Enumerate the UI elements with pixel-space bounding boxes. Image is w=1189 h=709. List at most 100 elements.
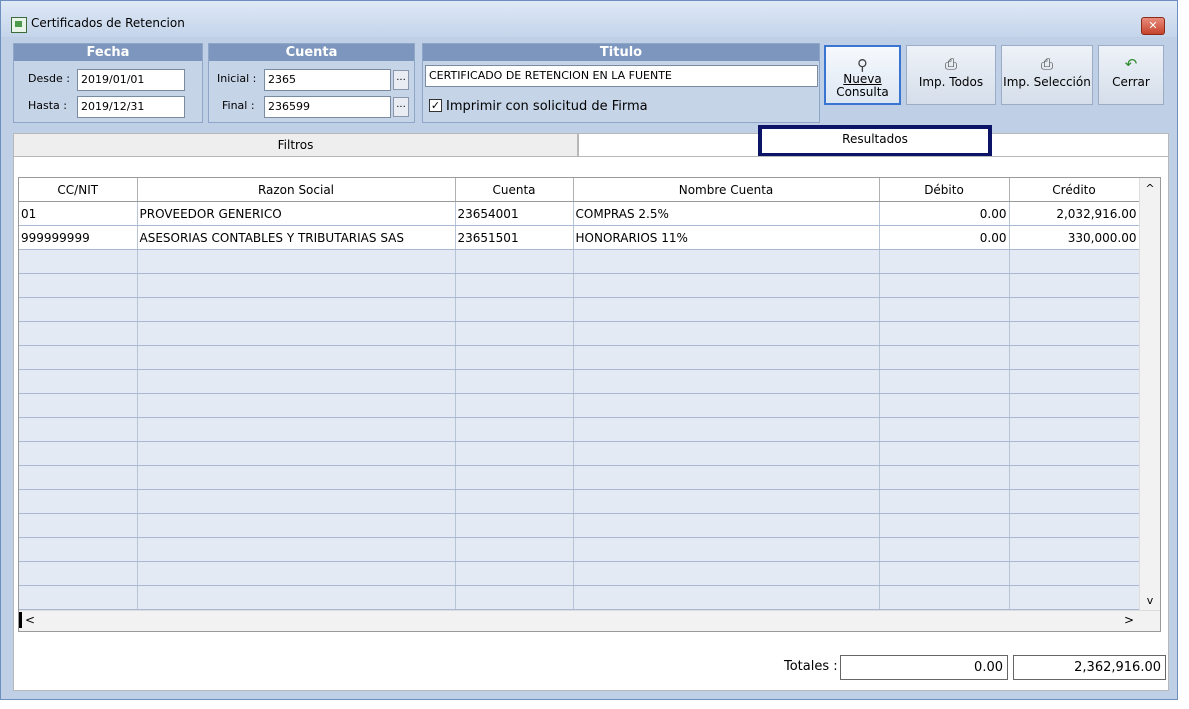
cell-credito[interactable]: 330,000.00 xyxy=(1009,225,1140,250)
empty-cell[interactable] xyxy=(137,489,456,514)
cell-debito[interactable]: 0.00 xyxy=(879,225,1010,250)
tab-resultados[interactable]: Resultados xyxy=(758,125,992,157)
empty-cell[interactable] xyxy=(137,345,456,370)
empty-cell[interactable] xyxy=(879,489,1010,514)
empty-cell[interactable] xyxy=(137,273,456,298)
empty-cell[interactable] xyxy=(455,489,574,514)
empty-cell[interactable] xyxy=(1009,321,1140,346)
table-row[interactable]: 999999999 ASESORIAS CONTABLES Y TRIBUTAR… xyxy=(19,225,1140,250)
empty-cell[interactable] xyxy=(455,441,574,466)
empty-cell[interactable] xyxy=(455,465,574,490)
firma-checkbox[interactable]: ✓ xyxy=(429,99,442,112)
empty-cell[interactable] xyxy=(879,321,1010,346)
empty-cell[interactable] xyxy=(19,585,138,610)
empty-cell[interactable] xyxy=(137,321,456,346)
empty-cell[interactable] xyxy=(19,273,138,298)
empty-cell[interactable] xyxy=(19,465,138,490)
empty-cell[interactable] xyxy=(137,297,456,322)
scroll-thumb[interactable] xyxy=(19,612,22,628)
cell-razon-social[interactable]: ASESORIAS CONTABLES Y TRIBUTARIAS SAS xyxy=(137,225,456,250)
col-header-razon-social[interactable]: Razon Social xyxy=(137,178,456,202)
empty-cell[interactable] xyxy=(455,273,574,298)
table-row[interactable]: 01 PROVEEDOR GENERICO 23654001 COMPRAS 2… xyxy=(19,201,1140,226)
cell-cuenta[interactable]: 23654001 xyxy=(455,201,574,226)
empty-row[interactable] xyxy=(19,489,1140,514)
empty-cell[interactable] xyxy=(19,489,138,514)
empty-cell[interactable] xyxy=(879,273,1010,298)
empty-cell[interactable] xyxy=(1009,465,1140,490)
empty-row[interactable] xyxy=(19,369,1140,394)
empty-cell[interactable] xyxy=(455,393,574,418)
empty-cell[interactable] xyxy=(1009,297,1140,322)
empty-cell[interactable] xyxy=(455,513,574,538)
empty-row[interactable] xyxy=(19,417,1140,442)
scroll-right-icon[interactable]: > xyxy=(1124,613,1134,627)
empty-cell[interactable] xyxy=(573,369,880,394)
col-header-ccnit[interactable]: CC/NIT xyxy=(19,178,138,202)
empty-cell[interactable] xyxy=(455,561,574,586)
empty-cell[interactable] xyxy=(1009,513,1140,538)
tab-filtros[interactable]: Filtros xyxy=(13,133,578,157)
empty-cell[interactable] xyxy=(137,465,456,490)
desde-input[interactable]: 2019/01/01 xyxy=(77,69,185,91)
cell-nombre-cuenta[interactable]: HONORARIOS 11% xyxy=(573,225,880,250)
empty-cell[interactable] xyxy=(137,585,456,610)
empty-row[interactable] xyxy=(19,321,1140,346)
empty-cell[interactable] xyxy=(455,537,574,562)
cell-ccnit[interactable]: 999999999 xyxy=(19,225,138,250)
empty-cell[interactable] xyxy=(19,321,138,346)
empty-cell[interactable] xyxy=(879,561,1010,586)
empty-cell[interactable] xyxy=(1009,345,1140,370)
empty-cell[interactable] xyxy=(137,249,456,274)
empty-cell[interactable] xyxy=(879,585,1010,610)
empty-cell[interactable] xyxy=(573,273,880,298)
empty-row[interactable] xyxy=(19,537,1140,562)
empty-cell[interactable] xyxy=(137,393,456,418)
empty-row[interactable] xyxy=(19,297,1140,322)
empty-row[interactable] xyxy=(19,561,1140,586)
empty-cell[interactable] xyxy=(1009,393,1140,418)
empty-cell[interactable] xyxy=(879,369,1010,394)
empty-cell[interactable] xyxy=(455,297,574,322)
col-header-cuenta[interactable]: Cuenta xyxy=(455,178,574,202)
empty-cell[interactable] xyxy=(19,561,138,586)
empty-row[interactable] xyxy=(19,345,1140,370)
empty-cell[interactable] xyxy=(879,465,1010,490)
empty-cell[interactable] xyxy=(879,297,1010,322)
empty-cell[interactable] xyxy=(1009,369,1140,394)
empty-row[interactable] xyxy=(19,585,1140,610)
empty-cell[interactable] xyxy=(455,585,574,610)
horizontal-scrollbar[interactable]: < > xyxy=(19,610,1160,631)
empty-cell[interactable] xyxy=(573,297,880,322)
col-header-nombre-cuenta[interactable]: Nombre Cuenta xyxy=(573,178,880,202)
imp-seleccion-button[interactable]: ⎙ Imp. Selección xyxy=(1001,45,1093,105)
empty-cell[interactable] xyxy=(879,441,1010,466)
empty-cell[interactable] xyxy=(19,249,138,274)
cell-razon-social[interactable]: PROVEEDOR GENERICO xyxy=(137,201,456,226)
empty-cell[interactable] xyxy=(455,417,574,442)
cell-cuenta[interactable]: 23651501 xyxy=(455,225,574,250)
empty-cell[interactable] xyxy=(879,513,1010,538)
empty-cell[interactable] xyxy=(573,417,880,442)
empty-cell[interactable] xyxy=(879,417,1010,442)
final-browse-button[interactable]: ... xyxy=(393,97,409,117)
empty-cell[interactable] xyxy=(573,585,880,610)
inicial-browse-button[interactable]: ... xyxy=(393,70,409,90)
empty-cell[interactable] xyxy=(137,441,456,466)
empty-cell[interactable] xyxy=(573,489,880,514)
empty-cell[interactable] xyxy=(573,393,880,418)
cell-nombre-cuenta[interactable]: COMPRAS 2.5% xyxy=(573,201,880,226)
inicial-input[interactable]: 2365 xyxy=(264,69,391,91)
empty-cell[interactable] xyxy=(455,369,574,394)
cerrar-button[interactable]: ↶ Cerrar xyxy=(1098,45,1164,105)
empty-cell[interactable] xyxy=(1009,417,1140,442)
empty-cell[interactable] xyxy=(879,393,1010,418)
empty-cell[interactable] xyxy=(19,393,138,418)
nueva-consulta-button[interactable]: ⚲ Nueva Consulta xyxy=(824,45,901,105)
empty-cell[interactable] xyxy=(1009,249,1140,274)
col-header-credito[interactable]: Crédito xyxy=(1009,178,1140,202)
empty-cell[interactable] xyxy=(573,441,880,466)
empty-cell[interactable] xyxy=(1009,489,1140,514)
empty-cell[interactable] xyxy=(573,345,880,370)
cell-debito[interactable]: 0.00 xyxy=(879,201,1010,226)
